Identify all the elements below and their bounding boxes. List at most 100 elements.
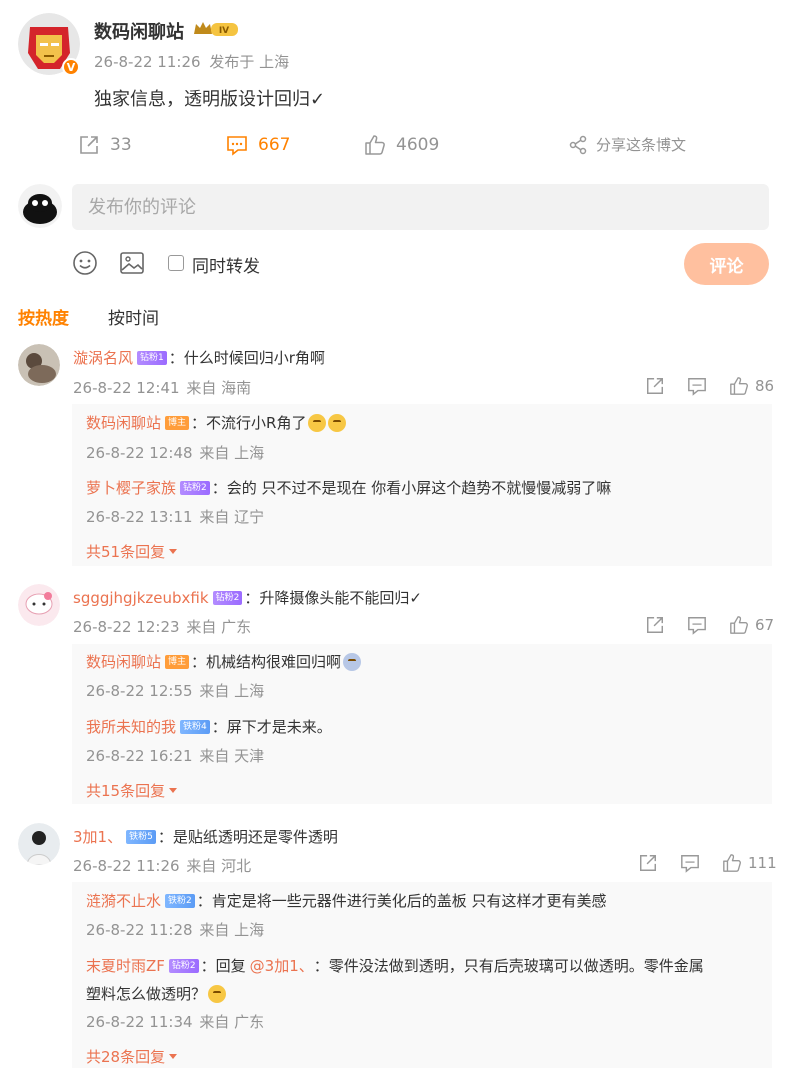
doge-emoji-icon	[328, 413, 347, 432]
reply-line: 数码闲聊站 博主 ：不流行小R角了	[86, 412, 347, 433]
author-badge: 博主	[165, 654, 190, 669]
like-count: 4609	[396, 135, 440, 155]
reply-author[interactable]: 数码闲聊站	[86, 651, 161, 672]
reply-location: 来自 上海	[199, 444, 265, 462]
thumbs-up-icon	[364, 134, 386, 156]
reply-icon[interactable]	[687, 615, 707, 635]
submit-comment-button[interactable]: 评论	[684, 243, 769, 285]
reply-meta: 26-8-22 16:21 来自 天津	[86, 745, 264, 766]
post-author-name[interactable]: 数码闲聊站	[94, 18, 184, 44]
reply-icon[interactable]	[680, 853, 700, 873]
post-time: 26-8-22 11:26	[94, 53, 201, 71]
mention-link[interactable]: @3加1、	[250, 955, 314, 976]
comment-location: 来自 河北	[186, 857, 252, 875]
reply-meta: 26-8-22 11:34 来自 广东	[86, 1011, 264, 1032]
commenter-name[interactable]: sgggjhgjkzeubxfik	[73, 589, 209, 607]
fan-badge: 钻粉1	[137, 350, 167, 365]
comment-actions: 111	[638, 853, 777, 873]
reply-author[interactable]: 我所未知的我	[86, 716, 176, 737]
commenter-avatar[interactable]	[18, 344, 60, 386]
more-replies-label: 共28条回复	[86, 1048, 166, 1066]
repost-checkbox[interactable]	[168, 255, 184, 271]
comment-text: 是贴纸透明还是零件透明	[172, 828, 338, 846]
comment-location: 来自 海南	[186, 379, 252, 397]
image-icon	[119, 251, 145, 275]
comment-line: 漩涡名风 钻粉1 ：什么时候回归小r角啊	[73, 347, 325, 368]
verified-badge: V	[62, 58, 80, 76]
comment-line: sgggjhgjkzeubxfik 钻粉2 ：升降摄像头能不能回归✓	[73, 588, 422, 608]
reply-icon[interactable]	[687, 376, 707, 396]
more-replies-link[interactable]: 共51条回复	[86, 541, 178, 562]
tab-sort-hot[interactable]: 按热度	[18, 304, 69, 329]
tab-sort-time[interactable]: 按时间	[108, 304, 159, 329]
reply-line: 萝卜樱子家族 钻粉2 ：会的 只不过不是现在 你看小屏这个趋势不就慢慢减弱了嘛	[86, 477, 612, 498]
comment-meta: 26-8-22 12:41 来自 海南	[73, 377, 251, 398]
reply-text-continued: 塑料怎么做透明？	[86, 985, 207, 1003]
more-replies-link[interactable]: 共15条回复	[86, 780, 178, 801]
thumbs-up-icon	[729, 615, 749, 635]
comment-button[interactable]: 667	[226, 134, 290, 156]
comment-time: 26-8-22 11:26	[73, 857, 180, 875]
repost-count: 33	[110, 135, 132, 155]
more-replies-link[interactable]: 共28条回复	[86, 1046, 178, 1067]
reply-meta: 26-8-22 12:55 来自 上海	[86, 680, 264, 701]
comment-like-button[interactable]: 67	[729, 615, 774, 635]
dizzy-emoji-icon	[343, 652, 362, 671]
repost-checkbox-label[interactable]: 同时转发	[192, 252, 260, 277]
commenter-avatar[interactable]	[18, 823, 60, 865]
reply-location: 来自 广东	[199, 1013, 265, 1031]
reply-prefix: 回复	[215, 957, 246, 975]
doge-emoji-icon	[208, 984, 227, 1003]
comment-text: 什么时候回归小r角啊	[183, 349, 325, 367]
commenter-avatar[interactable]	[18, 584, 60, 626]
comment-like-count: 86	[755, 377, 775, 395]
reply-location: 来自 辽宁	[199, 508, 265, 526]
more-replies-label: 共15条回复	[86, 782, 166, 800]
repost-icon[interactable]	[645, 376, 665, 396]
comment-like-button[interactable]: 111	[722, 853, 777, 873]
repost-button[interactable]: 33	[78, 134, 132, 156]
comment-meta: 26-8-22 12:23 来自 广东	[73, 616, 251, 637]
comment-icon	[226, 134, 248, 156]
fan-badge: 铁粉4	[180, 719, 210, 734]
share-label: 分享这条博文	[596, 136, 687, 154]
reply-meta: 26-8-22 12:48 来自 上海	[86, 442, 264, 463]
share-button[interactable]: 分享这条博文	[568, 134, 686, 155]
comment-text: 升降摄像头能不能回归✓	[259, 589, 422, 607]
thumbs-up-icon	[729, 376, 749, 396]
like-button[interactable]: 4609	[364, 134, 439, 156]
reply-text: 肯定是将一些元器件进行美化后的盖板 只有这样才更有美感	[211, 892, 607, 910]
reply-author[interactable]: 萝卜樱子家族	[86, 477, 176, 498]
doge-emoji-icon	[308, 413, 327, 432]
reply-text: 会的 只不过不是现在 你看小屏这个趋势不就慢慢减弱了嘛	[226, 479, 612, 497]
comment-time: 26-8-22 12:23	[73, 618, 180, 636]
reply-text: 不流行小R角了	[206, 414, 307, 432]
reply-text: 屏下才是未来。	[226, 718, 332, 736]
crown-level-icon: IV	[193, 20, 239, 38]
author-badge: 博主	[165, 415, 190, 430]
comment-like-button[interactable]: 86	[729, 376, 774, 396]
reply-time: 26-8-22 12:55	[86, 682, 193, 700]
reply-author[interactable]: 末夏时雨ZF	[86, 955, 165, 976]
repost-icon[interactable]	[638, 853, 658, 873]
repost-icon[interactable]	[645, 615, 665, 635]
fan-badge: 钻粉2	[168, 958, 199, 973]
image-button[interactable]	[119, 251, 145, 275]
level-badge-text: IV	[219, 26, 229, 36]
reply-time: 26-8-22 12:48	[86, 444, 193, 462]
reply-line: 涟漪不止水 铁粉2 ：肯定是将一些元器件进行美化后的盖板 只有这样才更有美感	[86, 890, 607, 911]
fan-badge: 铁粉2	[165, 893, 195, 908]
reply-location: 来自 上海	[199, 682, 265, 700]
fan-badge: 钻粉2	[180, 480, 210, 495]
commenter-name[interactable]: 漩涡名风	[73, 347, 133, 368]
reply-author[interactable]: 涟漪不止水	[86, 890, 161, 911]
emoji-button[interactable]	[72, 250, 98, 276]
chevron-down-icon	[169, 788, 178, 793]
share-icon	[568, 135, 588, 155]
commenter-name[interactable]: 3加1、	[73, 826, 122, 847]
comment-input[interactable]	[72, 184, 769, 230]
reply-location: 来自 上海	[199, 921, 265, 939]
reply-author[interactable]: 数码闲聊站	[86, 412, 161, 433]
reply-meta: 26-8-22 13:11 来自 辽宁	[86, 506, 264, 527]
thumbs-up-icon	[722, 853, 742, 873]
